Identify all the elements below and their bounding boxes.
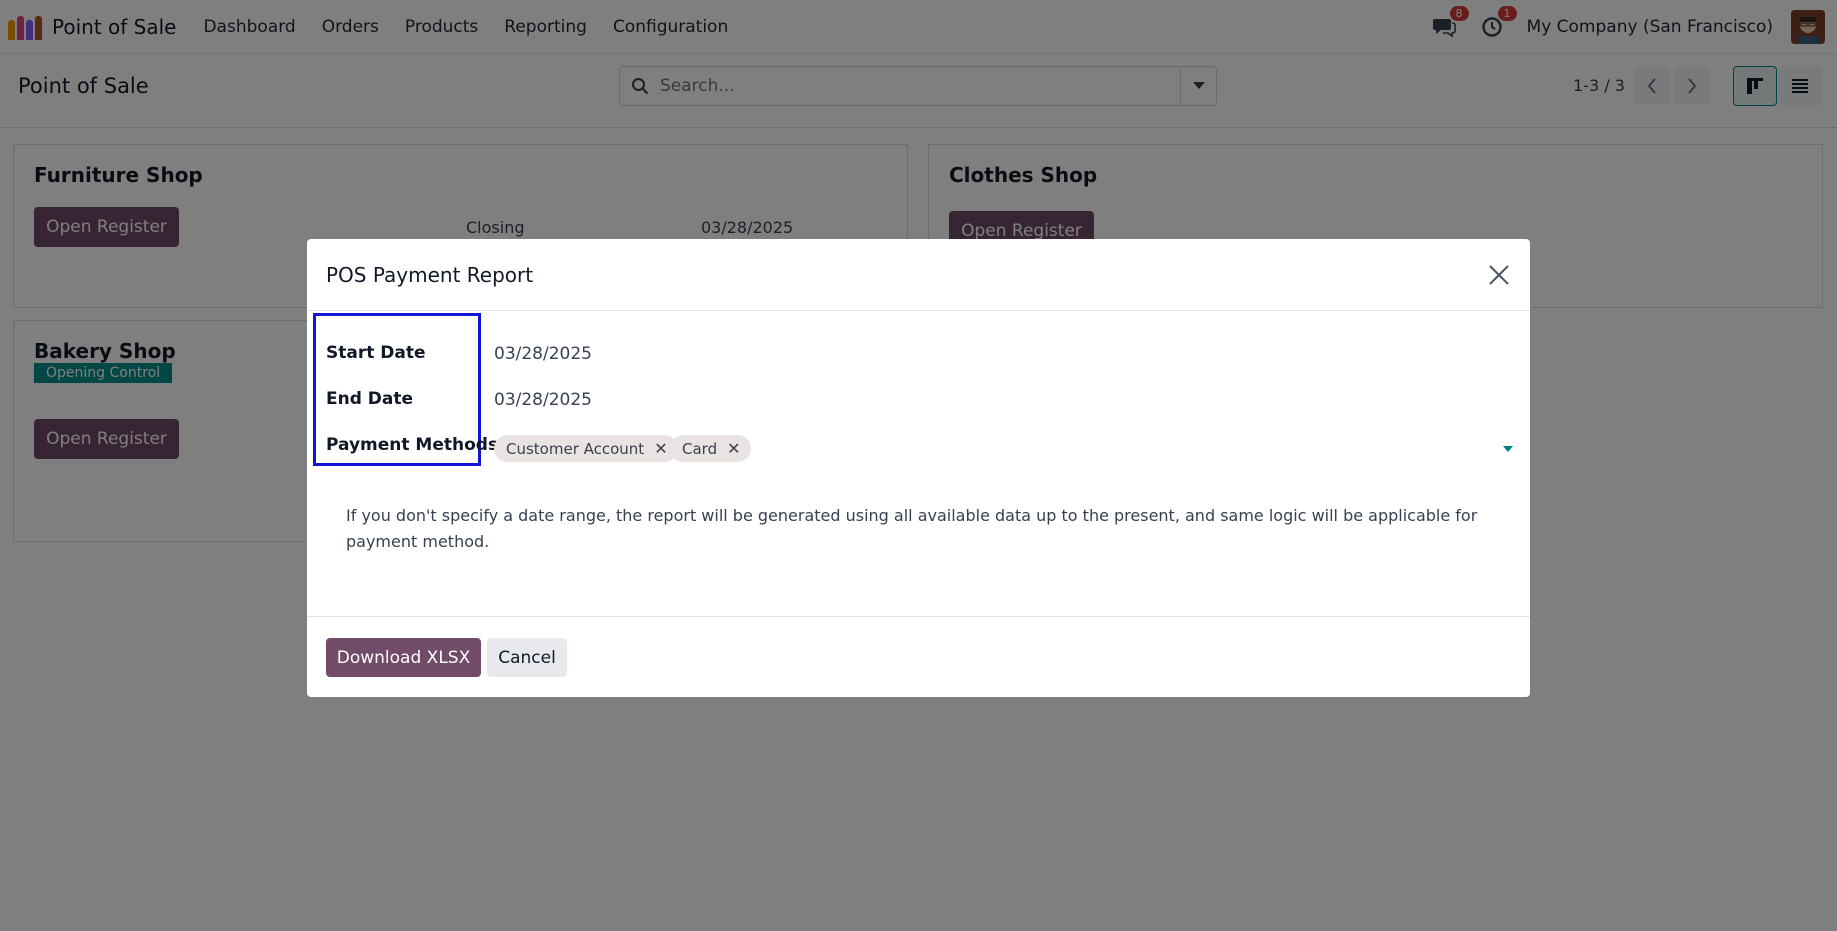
tag-label: Customer Account [506,439,645,458]
close-icon[interactable] [1486,262,1512,288]
remove-tag-icon[interactable]: ✕ [654,439,667,458]
modal-title: POS Payment Report [326,263,534,287]
cancel-button[interactable]: Cancel [487,638,567,677]
pos-payment-report-dialog: POS Payment Report Start Date 03/28/2025… [307,239,1530,697]
download-xlsx-button[interactable]: Download XLSX [326,638,481,677]
payment-methods-dropdown-caret-icon[interactable] [1503,446,1513,452]
payment-methods-label: Payment Methods [326,435,499,455]
modal-header: POS Payment Report [307,239,1530,311]
remove-tag-icon[interactable]: ✕ [727,439,740,458]
end-date-label: End Date [326,389,414,409]
modal-footer: Download XLSX Cancel [307,616,1530,697]
tag-label: Card [682,439,718,458]
end-date-input[interactable]: 03/28/2025 [494,390,592,410]
start-date-input[interactable]: 03/28/2025 [494,344,592,364]
payment-method-tag: Card ✕ [670,435,751,462]
payment-method-tag: Customer Account ✕ [494,435,678,462]
start-date-label: Start Date [326,343,426,363]
help-text: If you don't specify a date range, the r… [346,506,1478,551]
